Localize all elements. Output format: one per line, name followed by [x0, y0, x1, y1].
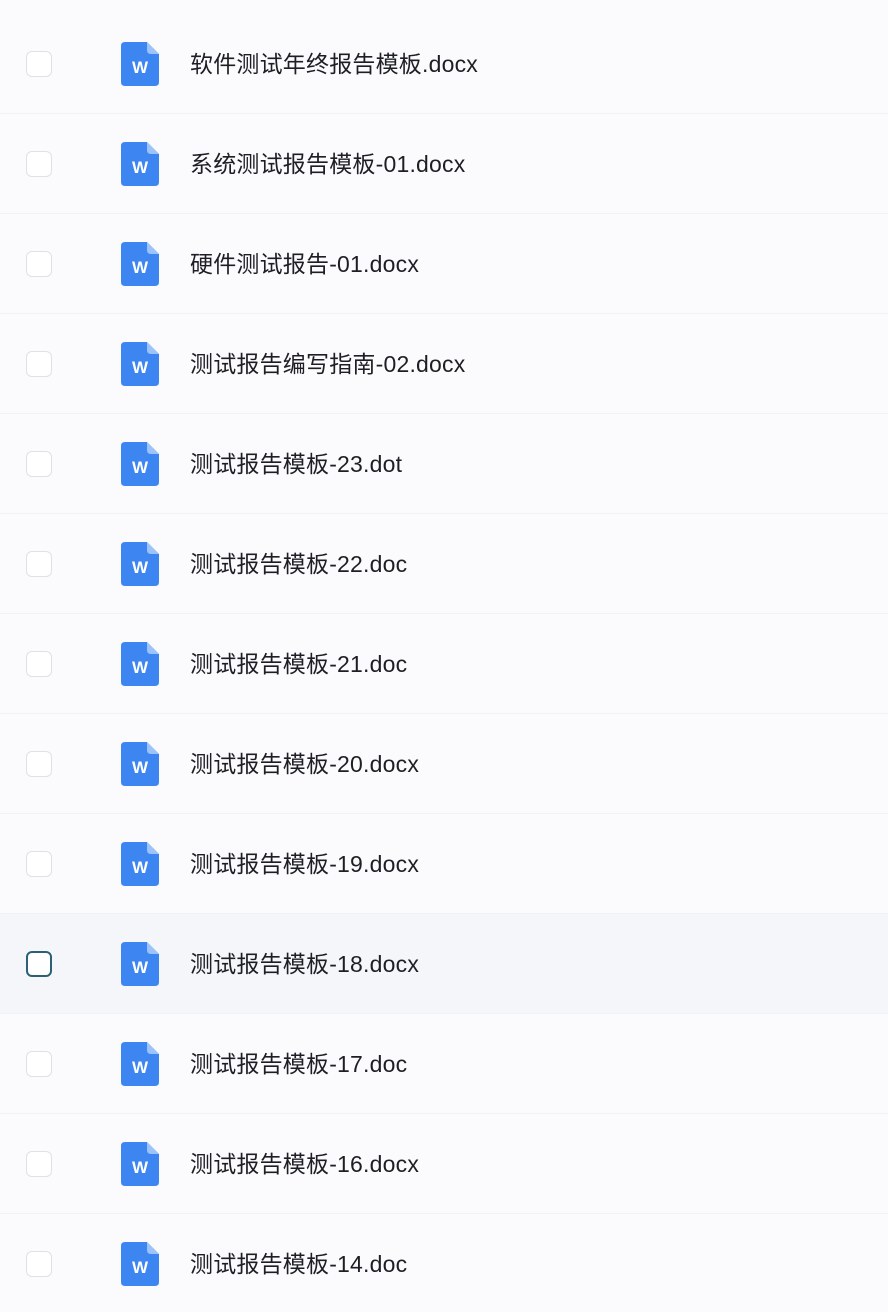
row-checkbox[interactable] — [26, 151, 52, 177]
row-checkbox[interactable] — [26, 451, 52, 477]
word-document-icon: W — [121, 942, 159, 986]
svg-text:W: W — [132, 558, 149, 577]
file-row[interactable]: W 测试报告模板-20.docx — [0, 714, 888, 814]
word-document-icon: W — [121, 242, 159, 286]
file-name[interactable]: 测试报告编写指南-02.docx — [190, 314, 465, 414]
file-row[interactable]: W 测试报告模板-14.doc — [0, 1214, 888, 1312]
row-checkbox[interactable] — [26, 1151, 52, 1177]
file-name[interactable]: 测试报告模板-18.docx — [190, 914, 419, 1014]
file-row[interactable]: W 测试报告模板-16.docx — [0, 1114, 888, 1214]
word-document-icon: W — [121, 342, 159, 386]
file-name[interactable]: 测试报告模板-16.docx — [190, 1114, 419, 1214]
file-name[interactable]: 测试报告模板-22.doc — [190, 514, 407, 614]
word-document-icon: W — [121, 1142, 159, 1186]
file-name[interactable]: 硬件测试报告-01.docx — [190, 214, 419, 314]
word-document-icon: W — [121, 642, 159, 686]
word-document-icon: W — [121, 442, 159, 486]
svg-text:W: W — [132, 958, 149, 977]
file-row[interactable]: W 测试报告模板-18.docx — [0, 914, 888, 1014]
svg-text:W: W — [132, 58, 149, 77]
word-document-icon: W — [121, 542, 159, 586]
svg-text:W: W — [132, 1158, 149, 1177]
row-checkbox[interactable] — [26, 1251, 52, 1277]
svg-text:W: W — [132, 658, 149, 677]
word-document-icon: W — [121, 842, 159, 886]
svg-text:W: W — [132, 258, 149, 277]
file-row[interactable]: W 系统测试报告模板-01.docx — [0, 114, 888, 214]
svg-text:W: W — [132, 458, 149, 477]
file-name[interactable]: 测试报告模板-19.docx — [190, 814, 419, 914]
word-document-icon: W — [121, 1242, 159, 1286]
row-checkbox[interactable] — [26, 551, 52, 577]
file-name[interactable]: 测试报告模板-21.doc — [190, 614, 407, 714]
file-name[interactable]: 测试报告模板-23.dot — [190, 414, 402, 514]
row-checkbox[interactable] — [26, 1051, 52, 1077]
file-row[interactable]: W 测试报告模板-19.docx — [0, 814, 888, 914]
file-row[interactable]: W 测试报告模板-17.doc — [0, 1014, 888, 1114]
file-row[interactable]: W 硬件测试报告-01.docx — [0, 214, 888, 314]
file-row[interactable]: W 测试报告模板-21.doc — [0, 614, 888, 714]
file-name[interactable]: 软件测试年终报告模板.docx — [190, 14, 478, 114]
file-name[interactable]: 测试报告模板-20.docx — [190, 714, 419, 814]
svg-text:W: W — [132, 1258, 149, 1277]
file-list: W 软件测试年终报告模板.docx W 系统测试报告模板-01.docx W 硬… — [0, 0, 888, 1312]
file-row[interactable]: W 测试报告模板-22.doc — [0, 514, 888, 614]
svg-text:W: W — [132, 358, 149, 377]
file-row[interactable]: W 测试报告编写指南-02.docx — [0, 314, 888, 414]
row-checkbox[interactable] — [26, 751, 52, 777]
row-checkbox[interactable] — [26, 51, 52, 77]
svg-text:W: W — [132, 858, 149, 877]
svg-text:W: W — [132, 758, 149, 777]
svg-text:W: W — [132, 158, 149, 177]
word-document-icon: W — [121, 142, 159, 186]
file-name[interactable]: 系统测试报告模板-01.docx — [190, 114, 465, 214]
row-checkbox[interactable] — [26, 351, 52, 377]
file-row[interactable]: W 测试报告模板-23.dot — [0, 414, 888, 514]
word-document-icon: W — [121, 742, 159, 786]
row-checkbox[interactable] — [26, 651, 52, 677]
word-document-icon: W — [121, 42, 159, 86]
svg-text:W: W — [132, 1058, 149, 1077]
row-checkbox[interactable] — [26, 251, 52, 277]
word-document-icon: W — [121, 1042, 159, 1086]
row-checkbox[interactable] — [26, 951, 52, 977]
file-name[interactable]: 测试报告模板-17.doc — [190, 1014, 407, 1114]
file-name[interactable]: 测试报告模板-14.doc — [190, 1214, 407, 1312]
row-checkbox[interactable] — [26, 851, 52, 877]
file-row[interactable]: W 软件测试年终报告模板.docx — [0, 14, 888, 114]
